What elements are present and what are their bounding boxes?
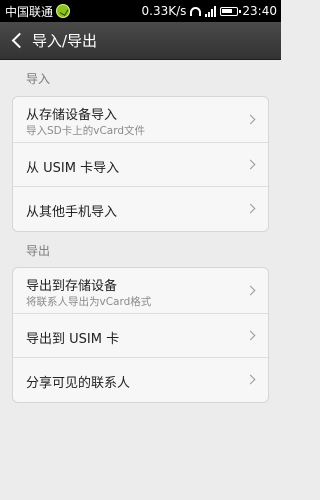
title-bar: 导入/导出 bbox=[0, 22, 281, 60]
clock: 23:40 bbox=[242, 4, 277, 18]
import-from-usim-title: 从 USIM 卡导入 bbox=[26, 161, 120, 176]
import-from-storage-title: 从存储设备导入 bbox=[26, 108, 118, 123]
import-section-label: 导入 bbox=[26, 72, 51, 86]
chevron-right-icon bbox=[245, 114, 256, 125]
chevron-right-icon bbox=[245, 285, 256, 296]
import-card: 从存储设备导入 导入SD卡上的vCard文件 从 USIM 卡导入 从其他手机导… bbox=[12, 96, 269, 232]
import-from-other-phone-title: 从其他手机导入 bbox=[26, 205, 118, 220]
carrier-name: 中国联通 bbox=[5, 4, 54, 19]
chevron-right-icon bbox=[245, 203, 256, 214]
settings-content: 导入 从存储设备导入 导入SD卡上的vCard文件 从 USIM 卡导入 从其他… bbox=[0, 60, 281, 500]
export-to-usim-item[interactable]: 导出到 USIM 卡 bbox=[13, 314, 268, 358]
status-bar: 中国联通 0.33K/s 23:40 bbox=[0, 0, 281, 22]
export-card: 导出到存储设备 将联系人导出为vCard格式 导出到 USIM 卡 分享可见的联… bbox=[12, 267, 269, 403]
export-to-usim-title: 导出到 USIM 卡 bbox=[26, 332, 120, 347]
page-title: 导入/导出 bbox=[32, 32, 98, 50]
share-visible-contacts-title: 分享可见的联系人 bbox=[26, 376, 131, 391]
import-from-storage-item[interactable]: 从存储设备导入 导入SD卡上的vCard文件 bbox=[13, 97, 268, 143]
import-from-storage-subtitle: 导入SD卡上的vCard文件 bbox=[26, 125, 146, 137]
signal-icon bbox=[205, 5, 217, 17]
import-from-other-phone-item[interactable]: 从其他手机导入 bbox=[13, 187, 268, 231]
export-to-storage-title: 导出到存储设备 bbox=[26, 279, 118, 294]
chevron-right-icon bbox=[245, 330, 256, 341]
share-visible-contacts-item[interactable]: 分享可见的联系人 bbox=[13, 358, 268, 402]
back-arrow-icon[interactable] bbox=[4, 22, 30, 60]
chevron-right-icon bbox=[245, 374, 256, 385]
battery-icon bbox=[220, 6, 242, 16]
import-from-usim-item[interactable]: 从 USIM 卡导入 bbox=[13, 143, 268, 187]
carrier-logo-icon bbox=[56, 4, 71, 18]
headset-icon bbox=[190, 6, 202, 16]
network-speed: 0.33K/s bbox=[141, 4, 187, 18]
export-section-label: 导出 bbox=[26, 244, 51, 258]
export-to-storage-subtitle: 将联系人导出为vCard格式 bbox=[26, 296, 152, 308]
chevron-right-icon bbox=[245, 159, 256, 170]
export-to-storage-item[interactable]: 导出到存储设备 将联系人导出为vCard格式 bbox=[13, 268, 268, 314]
